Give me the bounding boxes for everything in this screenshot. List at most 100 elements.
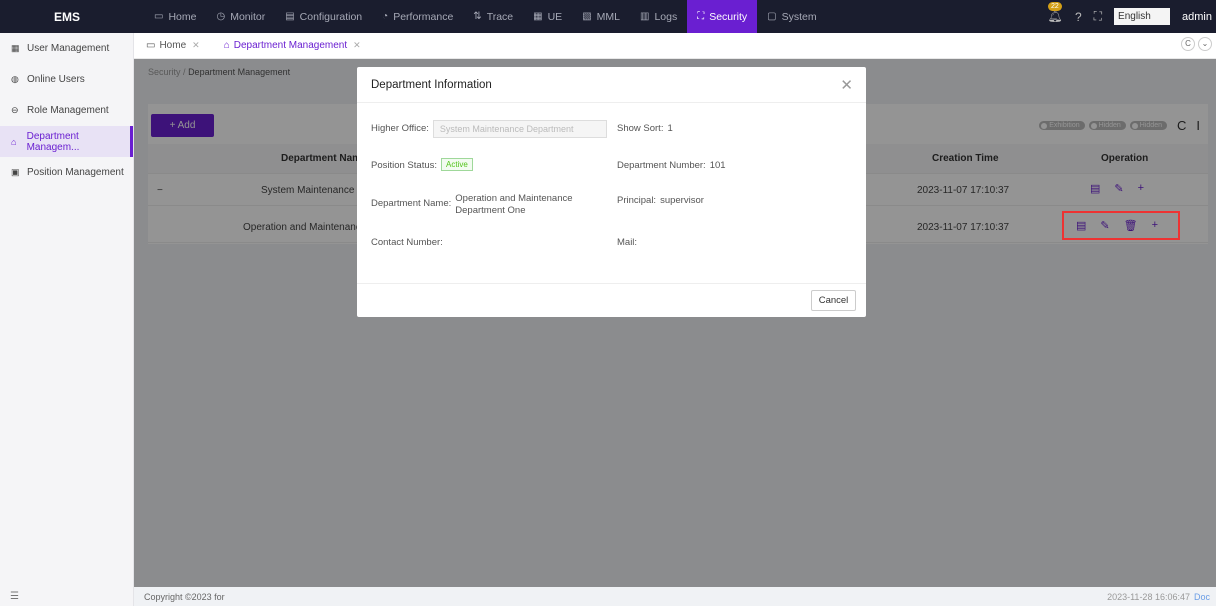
mail-field: Mail: — [617, 237, 637, 248]
field-label: Department Number: — [617, 160, 706, 171]
sidebar: ▦ User Management ◍ Online Users ⊖ Role Man… — [0, 33, 134, 606]
clock-icon: ◷ — [216, 11, 226, 22]
nav-label: Monitor — [230, 10, 266, 23]
monitor-icon: ▭ — [146, 40, 156, 51]
show-sort-field: Show Sort: 1 — [617, 123, 673, 134]
department-number-value: 101 — [709, 160, 726, 171]
close-icon[interactable]: ✕ — [353, 40, 361, 51]
nav-label: Logs — [654, 10, 678, 23]
bell-icon[interactable]: 🔔︎ 22 — [1047, 1, 1063, 25]
sidebar-item-label: Role Management — [27, 105, 109, 116]
sidebar-item-role-management[interactable]: ⊖ Role Management — [0, 95, 133, 126]
department-icon: ⌂ — [11, 136, 17, 147]
sidebar-item-online-users[interactable]: ◍ Online Users — [0, 64, 133, 95]
user-menu[interactable]: admin — [1182, 11, 1212, 23]
doc-link[interactable]: Doc — [1194, 592, 1210, 602]
position-status-field: Position Status: Active — [371, 158, 473, 171]
sidebar-item-label: Position Management — [27, 167, 124, 178]
principal-field: Principal: supervisor — [617, 195, 704, 206]
tab-department-management[interactable]: ⌂ Department Management ✕ — [212, 33, 373, 59]
online-users-icon: ◍ — [11, 74, 19, 84]
nav-security[interactable]: ⛶ Security — [687, 0, 758, 33]
monitor-icon: ▭ — [154, 11, 164, 22]
nav-logs[interactable]: ▥ Logs — [630, 0, 687, 33]
nav-trace[interactable]: ⇅ Trace — [463, 0, 523, 33]
show-sort-value: 1 — [667, 123, 673, 134]
principal-value: supervisor — [660, 195, 704, 206]
department-name-field: Department Name: Operation and Maintenan… — [371, 193, 575, 217]
field-label: Position Status: — [371, 160, 438, 171]
field-label: Show Sort: — [617, 123, 664, 134]
higher-office-input: System Maintenance Department — [432, 120, 607, 138]
config-icon: ▤ — [285, 11, 295, 22]
refresh-icon[interactable]: C — [1181, 37, 1195, 51]
status-badge: Active — [441, 158, 473, 171]
close-icon[interactable]: ✕ — [840, 76, 853, 94]
sidebar-item-department-management[interactable]: ⌂ Department Managem... — [0, 126, 133, 157]
nav-mml[interactable]: ▧ MML — [572, 0, 630, 33]
department-number-field: Department Number: 101 — [617, 160, 726, 171]
role-icon: ⊖ — [11, 105, 19, 115]
fullscreen-icon[interactable]: ⛶ — [1094, 9, 1102, 24]
nav-label: Performance — [393, 10, 454, 23]
nav-label: Configuration — [299, 10, 363, 23]
nav-label: System — [781, 10, 817, 23]
notification-badge: 22 — [1047, 1, 1062, 11]
tab-home[interactable]: ▭ Home ✕ — [134, 33, 212, 59]
nav-configuration[interactable]: ▤ Configuration — [275, 0, 372, 33]
app-logo: EMS — [53, 9, 80, 24]
nav-label: UE — [547, 10, 563, 23]
department-icon: ⌂ — [223, 40, 230, 51]
higher-office-field: Higher Office: System Maintenance Depart… — [371, 120, 607, 138]
annotation-highlight — [1062, 211, 1180, 240]
nav-monitor[interactable]: ◷ Monitor — [206, 0, 275, 33]
nav-ue[interactable]: ▦ UE — [523, 0, 572, 33]
cancel-button[interactable]: Cancel — [811, 290, 856, 311]
folder-icon: ▢ — [767, 11, 777, 22]
nav-system[interactable]: ▢ System — [757, 0, 826, 33]
department-name-value: Operation and Maintenance Department One — [455, 193, 573, 216]
sidebar-item-label: Online Users — [27, 74, 85, 85]
tab-label: Home — [159, 40, 187, 51]
tab-bar: ▭ Home ✕ ⌂ Department Management ✕ C ⌄ — [134, 33, 1216, 59]
help-icon[interactable]: ? — [1075, 10, 1082, 24]
gauge-icon: ◔ — [382, 11, 389, 22]
nav-label: Trace — [486, 10, 514, 23]
nav-home[interactable]: ▭ Home — [144, 0, 206, 33]
nav-performance[interactable]: ◔ Performance — [372, 0, 463, 33]
chevron-down-icon[interactable]: ⌄ — [1198, 37, 1212, 51]
security-icon: ⛶ — [697, 11, 705, 22]
nav-label: Home — [168, 10, 197, 23]
trace-icon: ⇅ — [473, 11, 482, 22]
top-right-tools: 🔔︎ 22 ? ⛶ English admin — [1047, 0, 1216, 33]
tab-tools: C ⌄ — [1181, 37, 1212, 51]
nav-label: MML — [596, 10, 620, 23]
main-nav: ▭ Home ◷ Monitor ▤ Configuration ◔ Performan… — [144, 0, 827, 33]
field-label: Principal: — [617, 195, 657, 206]
language-select[interactable]: English — [1114, 8, 1171, 25]
top-bar: EMS ▭ Home ◷ Monitor ▤ Configuration ◔ Perfo… — [0, 0, 1216, 33]
nav-label: Security — [709, 10, 748, 23]
user-list-icon: ▦ — [11, 43, 20, 53]
field-label: Higher Office: — [371, 123, 429, 134]
field-label: Mail: — [617, 237, 638, 248]
close-icon[interactable]: ✕ — [192, 40, 200, 51]
mml-icon: ▧ — [582, 11, 592, 22]
sidebar-item-label: Department Managem... — [26, 130, 80, 153]
position-icon: ▣ — [11, 167, 20, 177]
field-label: Department Name: — [371, 198, 452, 209]
logs-icon: ▥ — [639, 11, 650, 22]
ue-icon: ▦ — [533, 11, 543, 22]
modal-title: Department Information — [371, 79, 492, 91]
collapse-menu-icon[interactable]: ☰ — [10, 591, 19, 602]
footer-time: 2023-11-28 16:06:47 Doc — [1107, 592, 1210, 602]
modal-header: Department Information ✕ — [357, 67, 866, 103]
copyright: Copyright ©2023 for — [144, 592, 225, 602]
department-info-modal: Department Information ✕ Higher Office: … — [357, 67, 866, 317]
footer: Copyright ©2023 for 2023-11-28 16:06:47 D… — [134, 587, 1216, 606]
sidebar-item-position-management[interactable]: ▣ Position Management — [0, 157, 133, 188]
sidebar-item-user-management[interactable]: ▦ User Management — [0, 33, 133, 64]
tab-label: Department Management — [233, 40, 348, 51]
contact-number-field: Contact Number: — [371, 237, 443, 248]
sidebar-item-label: User Management — [27, 43, 110, 54]
